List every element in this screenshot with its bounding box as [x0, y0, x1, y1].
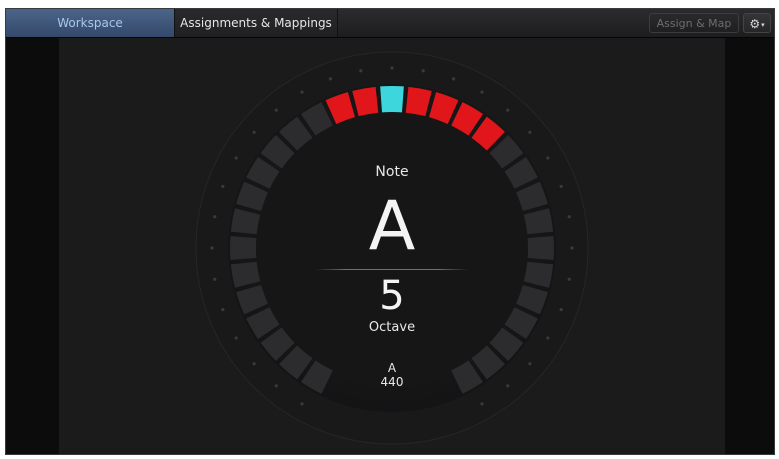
- tuner-segment: [380, 86, 404, 113]
- scale-tick: [506, 384, 510, 388]
- scale-tick: [213, 277, 217, 281]
- scale-tick: [234, 156, 238, 160]
- scale-tick: [328, 77, 333, 81]
- scale-tick: [274, 108, 278, 112]
- reference-note: A: [387, 361, 397, 375]
- scale-tick: [421, 69, 425, 73]
- scale-tick: [480, 90, 484, 94]
- settings-menu-button[interactable]: ⚙▾: [743, 13, 771, 33]
- reference-frequency: 440: [380, 375, 404, 389]
- scale-tick: [528, 130, 532, 134]
- scale-tick: [390, 66, 394, 70]
- scale-tick: [567, 277, 571, 281]
- scale-tick: [480, 402, 484, 406]
- scale-tick: [570, 246, 574, 250]
- scale-tick: [546, 156, 550, 160]
- scale-tick: [528, 362, 532, 366]
- scale-tick: [567, 215, 571, 219]
- scale-tick: [221, 184, 225, 189]
- app-window: Workspace Assignments & Mappings Assign …: [5, 8, 775, 455]
- scale-tick: [546, 336, 550, 340]
- scale-tick: [210, 246, 214, 250]
- chevron-down-icon: ▾: [761, 20, 765, 29]
- scale-tick: [359, 69, 363, 73]
- scale-tick: [506, 108, 510, 112]
- scale-tick: [234, 336, 238, 340]
- note-name: A: [368, 187, 416, 266]
- tuner-segment: [527, 236, 554, 260]
- scale-tick: [559, 307, 563, 312]
- scale-tick: [559, 184, 563, 189]
- tuner-stage: Note A 5 Octave A 440: [59, 38, 725, 454]
- tab-workspace[interactable]: Workspace: [6, 9, 174, 37]
- tuner-segment: [230, 236, 257, 260]
- scale-tick: [252, 130, 256, 134]
- octave-number: 5: [379, 273, 405, 319]
- scale-tick: [221, 307, 225, 312]
- scale-tick: [451, 77, 456, 81]
- gear-icon: ⚙: [749, 17, 761, 31]
- scale-tick: [252, 362, 256, 366]
- octave-label: Octave: [368, 320, 416, 335]
- scale-tick: [274, 384, 278, 388]
- scale-tick: [300, 90, 304, 94]
- scale-tick: [300, 402, 304, 406]
- top-toolbar: Workspace Assignments & Mappings Assign …: [6, 9, 774, 38]
- note-label: Note: [375, 164, 409, 180]
- divider-line: [315, 269, 469, 270]
- assign-map-button[interactable]: Assign & Map: [649, 13, 739, 33]
- tab-assignments-mappings[interactable]: Assignments & Mappings: [174, 9, 338, 37]
- scale-tick: [213, 215, 217, 219]
